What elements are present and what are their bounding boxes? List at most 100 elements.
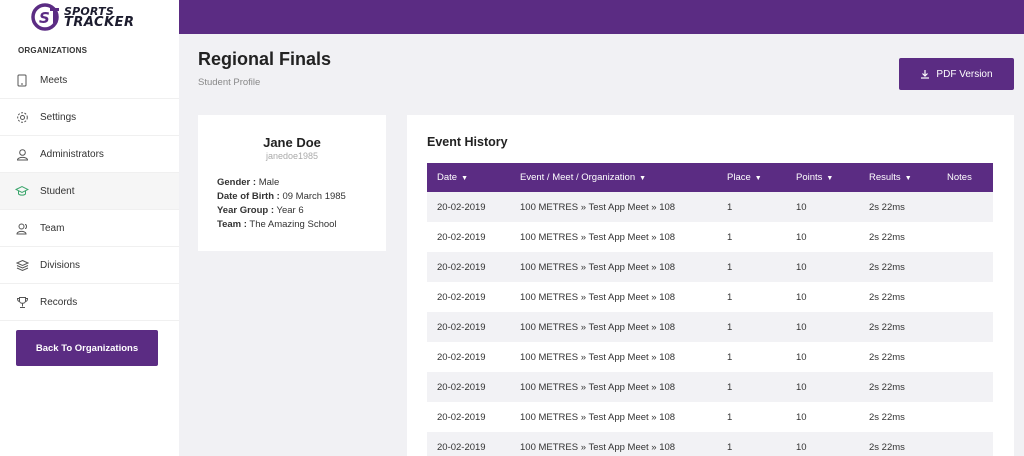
cell-results: 2s 22ms [869,441,905,453]
graduation-cap-icon [15,184,29,198]
cell-place: 1 [727,351,733,363]
cell-points: 10 [796,411,807,423]
table-row[interactable]: 20-02-2019 100 METRES » Test App Meet » 1… [427,342,993,372]
column-header-label: Notes [947,172,972,183]
sidebar-item-label: Team [40,222,65,234]
column-header-results[interactable]: Results ▼ [859,163,937,192]
table-row[interactable]: 20-02-2019 100 METRES » Test App Meet » 1… [427,252,993,282]
cell-notes [937,372,993,402]
table-header-row: Date ▼ Event / Meet / Organization ▼ Place… [427,163,993,192]
cell-results: 2s 22ms [869,231,905,243]
event-history-body: 20-02-2019 100 METRES » Test App Meet » 1… [427,192,993,456]
column-header-place[interactable]: Place ▼ [717,163,786,192]
tablet-icon [15,73,29,87]
cell-event: 100 METRES » Test App Meet » 108 [520,201,676,213]
chevron-down-icon: ▼ [826,175,834,182]
cell-event: 100 METRES » Test App Meet » 108 [520,231,676,243]
gear-icon [15,110,29,124]
layers-icon [15,258,29,272]
cell-date: 20-02-2019 [437,321,486,333]
download-icon [920,69,930,79]
year-group-value: Year 6 [276,205,304,216]
logo-mark-icon: S [30,2,62,32]
sidebar-item-divisions[interactable]: Divisions [0,247,179,284]
sidebar-item-team[interactable]: Team [0,210,179,247]
sidebar-item-meets[interactable]: Meets [0,62,179,99]
sports-tracker-logo[interactable]: S SPORTS TRACKER [30,2,170,32]
cell-place: 1 [727,381,733,393]
gender-row: Gender : Male [217,176,346,190]
cell-results: 2s 22ms [869,291,905,303]
year-group-row: Year Group : Year 6 [217,204,346,218]
table-row[interactable]: 20-02-2019 100 METRES » Test App Meet » 1… [427,282,993,312]
back-to-organizations-button[interactable]: Back To Organizations [16,330,158,366]
cell-notes [937,282,993,312]
user-icon [15,147,29,161]
cell-notes [937,432,993,456]
dob-row: Date of Birth : 09 March 1985 [217,190,346,204]
cell-points: 10 [796,351,807,363]
cell-date: 20-02-2019 [437,441,486,453]
sidebar-item-records[interactable]: Records [0,284,179,321]
pdf-version-button[interactable]: PDF Version [899,58,1014,90]
cell-results: 2s 22ms [869,321,905,333]
chevron-down-icon: ▼ [904,175,912,182]
table-row[interactable]: 20-02-2019 100 METRES » Test App Meet » 1… [427,432,993,456]
cell-notes [937,222,993,252]
table-row[interactable]: 20-02-2019 100 METRES » Test App Meet » 1… [427,192,993,222]
table-row[interactable]: 20-02-2019 100 METRES » Test App Meet » 1… [427,222,993,252]
sidebar-item-settings[interactable]: Settings [0,99,179,136]
cell-notes [937,312,993,342]
cell-date: 20-02-2019 [437,291,486,303]
cell-results: 2s 22ms [869,381,905,393]
page-subtitle: Student Profile [198,77,261,88]
pdf-version-label: PDF Version [936,68,993,80]
cell-results: 2s 22ms [869,261,905,273]
cell-event: 100 METRES » Test App Meet » 108 [520,261,676,273]
cell-event: 100 METRES » Test App Meet » 108 [520,411,676,423]
table-row[interactable]: 20-02-2019 100 METRES » Test App Meet » 1… [427,372,993,402]
cell-place: 1 [727,411,733,423]
page-title: Regional Finals [198,49,332,69]
cell-event: 100 METRES » Test App Meet » 108 [520,291,676,303]
column-header-date[interactable]: Date ▼ [427,163,510,192]
table-row[interactable]: 20-02-2019 100 METRES » Test App Meet » 1… [427,312,993,342]
sidebar-item-student[interactable]: Student [0,173,179,210]
student-name: Jane Doe [263,135,321,150]
trophy-icon [15,295,29,309]
column-header-label: Event / Meet / Organization [520,172,636,183]
cell-place: 1 [727,291,733,303]
cell-results: 2s 22ms [869,411,905,423]
cell-points: 10 [796,201,807,213]
column-header-label: Points [796,172,823,183]
sidebar-item-administrators[interactable]: Administrators [0,136,179,173]
cell-date: 20-02-2019 [437,261,486,273]
sidebar-nav: Meets Settings Administrators Student Te… [0,62,179,321]
chevron-down-icon: ▼ [639,175,647,182]
cell-date: 20-02-2019 [437,411,486,423]
sidebar-item-label: Meets [40,74,68,86]
sidebar-item-label: Student [40,185,75,197]
cell-notes [937,252,993,282]
dob-value: 09 March 1985 [282,191,346,202]
year-group-label: Year Group : [217,205,275,216]
cell-place: 1 [727,321,733,333]
table-row[interactable]: 20-02-2019 100 METRES » Test App Meet » 1… [427,402,993,432]
event-history-title: Event History [427,135,508,149]
cell-notes [937,342,993,372]
top-bar [179,0,1024,34]
cell-points: 10 [796,291,807,303]
cell-results: 2s 22ms [869,351,905,363]
column-header-points[interactable]: Points ▼ [786,163,859,192]
cell-date: 20-02-2019 [437,201,486,213]
event-history-card: Event History Date ▼ Event / Meet / Organ… [407,115,1014,456]
column-header-event[interactable]: Event / Meet / Organization ▼ [510,163,717,192]
sidebar-item-label: Settings [40,111,77,123]
column-header-notes: Notes [937,163,993,192]
cell-points: 10 [796,381,807,393]
cell-notes [937,192,993,222]
cell-points: 10 [796,231,807,243]
student-profile-card: Jane Doe janedoe1985 Gender : Male Date … [198,115,386,251]
team-row: Team : The Amazing School [217,218,346,232]
event-history-table: Date ▼ Event / Meet / Organization ▼ Place… [427,163,993,456]
